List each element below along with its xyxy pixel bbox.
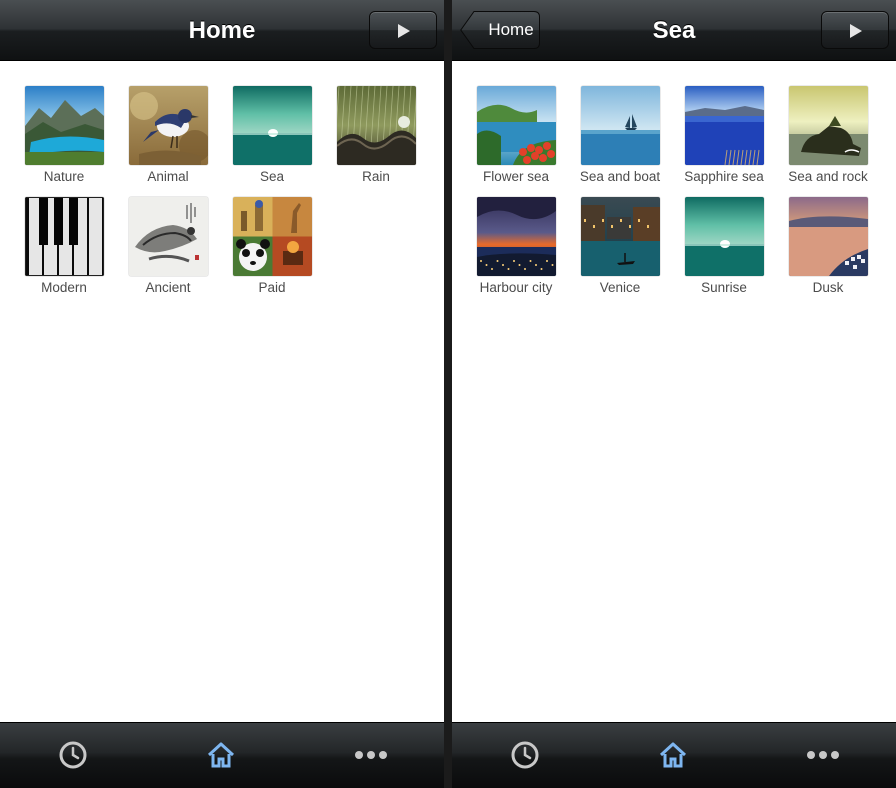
thumbnail-image bbox=[581, 197, 660, 276]
thumbnail-item[interactable]: Ancient bbox=[116, 197, 220, 303]
more-icon bbox=[807, 751, 839, 759]
tab-clock[interactable] bbox=[452, 723, 600, 788]
thumbnail-art bbox=[233, 86, 312, 165]
thumbnail-item[interactable]: Paid bbox=[220, 197, 324, 303]
thumbnail-caption: Flower sea bbox=[482, 169, 550, 184]
thumbnail-image bbox=[477, 86, 556, 165]
thumbnail-item[interactable]: Harbour city bbox=[464, 197, 568, 303]
play-icon bbox=[850, 24, 862, 38]
thumbnail-caption: Paid bbox=[258, 280, 286, 295]
thumbnail-art bbox=[581, 86, 660, 165]
thumbnail-caption: Animal bbox=[147, 169, 189, 184]
thumbnail-image bbox=[477, 197, 556, 276]
thumbnail-art bbox=[337, 86, 416, 165]
thumbnail-image bbox=[129, 86, 208, 165]
thumbnail-art bbox=[233, 197, 312, 276]
thumbnail-art bbox=[129, 197, 208, 276]
thumbnail-caption: Sapphire sea bbox=[684, 169, 764, 184]
thumbnail-caption: Sea and rock bbox=[788, 169, 868, 184]
play-button[interactable] bbox=[821, 11, 889, 49]
thumbnail-caption: Sea bbox=[259, 169, 285, 184]
thumbnail-caption: Modern bbox=[41, 280, 87, 295]
home-icon bbox=[659, 742, 687, 768]
home-screen: Home Nature Animal Sea Rain Modern Ancie… bbox=[0, 0, 444, 788]
thumbnail-item[interactable]: Rain bbox=[324, 86, 428, 192]
thumbnail-caption: Sunrise bbox=[701, 280, 747, 295]
thumbnail-item[interactable]: Nature bbox=[12, 86, 116, 192]
thumbnail-caption: Sea and boat bbox=[579, 169, 661, 184]
thumbnail-caption: Dusk bbox=[812, 280, 844, 295]
thumbnail-item[interactable]: Sunrise bbox=[672, 197, 776, 303]
thumbnail-image bbox=[581, 86, 660, 165]
thumbnail-caption: Ancient bbox=[145, 280, 191, 295]
clock-icon bbox=[511, 741, 539, 769]
thumbnail-image bbox=[337, 86, 416, 165]
thumbnail-caption: Nature bbox=[43, 169, 85, 184]
thumbnail-art bbox=[477, 86, 556, 165]
thumbnail-image bbox=[685, 197, 764, 276]
tab-more[interactable] bbox=[296, 723, 444, 788]
play-button[interactable] bbox=[369, 11, 437, 49]
sea-screen: Home Sea Flower sea Sea and boat Sapphir… bbox=[452, 0, 896, 788]
clock-icon bbox=[59, 741, 87, 769]
thumbnail-art bbox=[25, 197, 104, 276]
play-icon bbox=[398, 24, 410, 38]
tab-clock[interactable] bbox=[0, 723, 148, 788]
thumbnail-image bbox=[789, 86, 868, 165]
thumbnail-art bbox=[581, 197, 660, 276]
thumbnail-caption: Venice bbox=[599, 280, 641, 295]
back-button-label: Home bbox=[488, 20, 534, 39]
thumbnail-caption: Harbour city bbox=[479, 280, 553, 295]
tab-bar bbox=[452, 722, 896, 788]
thumbnail-image bbox=[685, 86, 764, 165]
thumbnail-art bbox=[477, 197, 556, 276]
thumbnail-item[interactable]: Venice bbox=[568, 197, 672, 303]
thumbnail-item[interactable]: Modern bbox=[12, 197, 116, 303]
thumbnail-item[interactable]: Dusk bbox=[776, 197, 880, 303]
thumbnail-image bbox=[25, 197, 104, 276]
tab-more[interactable] bbox=[748, 723, 896, 788]
page-title: Sea bbox=[652, 17, 696, 44]
thumbnail-item[interactable]: Sea bbox=[220, 86, 324, 192]
thumbnail-image bbox=[233, 86, 312, 165]
back-button[interactable]: Home bbox=[460, 11, 540, 49]
thumbnail-image bbox=[233, 197, 312, 276]
thumbnail-item[interactable]: Flower sea bbox=[464, 86, 568, 192]
home-icon bbox=[207, 742, 235, 768]
more-icon bbox=[355, 751, 387, 759]
thumbnail-art bbox=[789, 86, 868, 165]
thumbnail-image bbox=[25, 86, 104, 165]
thumbnail-image bbox=[129, 197, 208, 276]
thumbnail-art bbox=[789, 197, 868, 276]
thumbnail-item[interactable]: Sapphire sea bbox=[672, 86, 776, 192]
thumbnail-art bbox=[25, 86, 104, 165]
thumbnail-item[interactable]: Sea and boat bbox=[568, 86, 672, 192]
thumbnail-item[interactable]: Sea and rock bbox=[776, 86, 880, 192]
page-title: Home bbox=[188, 17, 256, 44]
thumbnail-art bbox=[685, 197, 764, 276]
navigation-bar: Home Sea bbox=[452, 0, 896, 61]
tab-home[interactable] bbox=[148, 723, 296, 788]
thumbnail-caption: Rain bbox=[362, 169, 390, 184]
thumbnail-item[interactable]: Animal bbox=[116, 86, 220, 192]
thumbnail-art bbox=[685, 86, 764, 165]
tab-bar bbox=[0, 722, 444, 788]
thumbnail-image bbox=[789, 197, 868, 276]
tab-home[interactable] bbox=[600, 723, 748, 788]
thumbnail-art bbox=[129, 86, 208, 165]
navigation-bar: Home bbox=[0, 0, 444, 61]
